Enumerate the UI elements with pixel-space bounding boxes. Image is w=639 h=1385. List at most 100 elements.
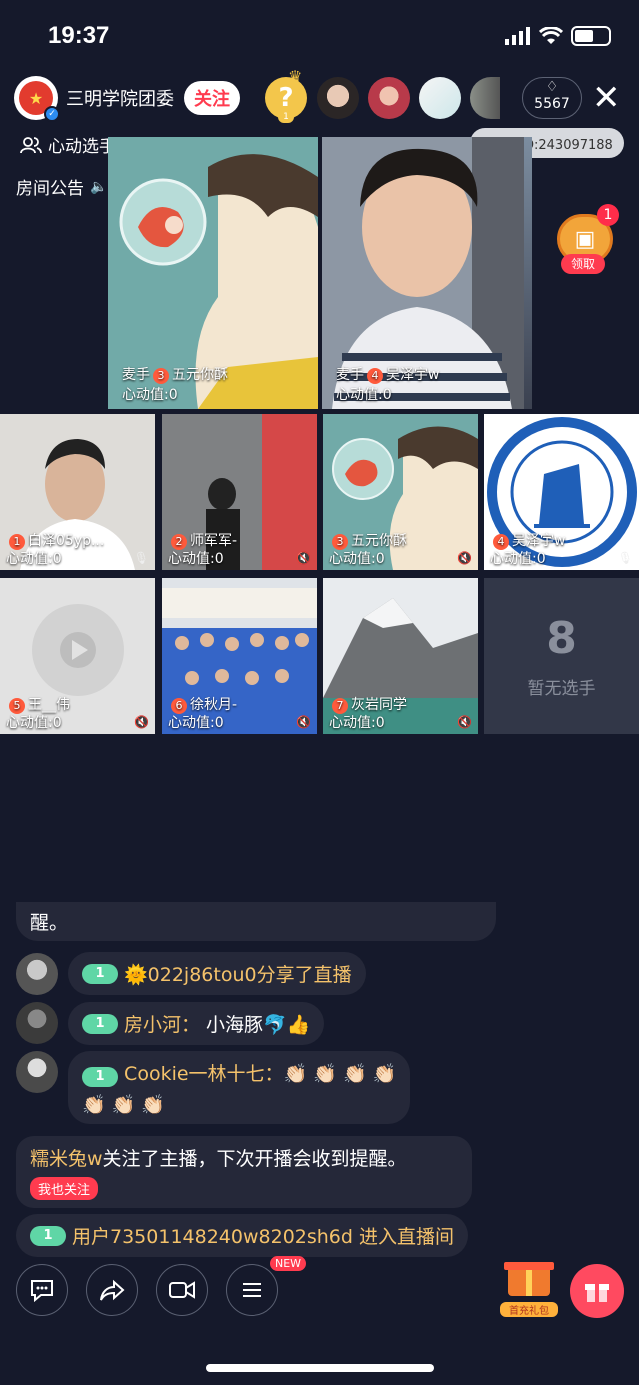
contestant-tile[interactable]: 7 灰岩同学心动值:0 🔇 (323, 578, 478, 734)
contestant-caption: 7 灰岩同学心动值:0 (329, 696, 474, 732)
contestant-grid: 1 白泽05yp... 心动值:0 🎙 2 师军军- 心动值:0 🔇 3 五元你酥 心动值:… (0, 414, 639, 734)
contestant-number: 6 (171, 698, 187, 714)
host-info: ★ ✓ 三明学院团委 关注 (14, 76, 240, 122)
share-icon[interactable] (86, 1264, 138, 1316)
contestant-caption: 4 吴泽宇w 心动值:0 (490, 532, 635, 568)
mic-muted-icon: 🔇 (457, 551, 472, 565)
contestant-name: 吴泽宇w (512, 533, 566, 549)
verified-icon: ✓ (44, 106, 60, 122)
chat-username[interactable]: 房小河： (124, 1010, 200, 1037)
contestant-number: 2 (171, 534, 187, 550)
chat-username[interactable]: 糯米兔w (30, 1148, 103, 1170)
heart-score: 心动值:0 (329, 715, 385, 731)
heart-score: 心动值:0 (336, 387, 392, 403)
home-indicator (206, 1364, 434, 1372)
mic-muted-icon: 🔇 (457, 715, 472, 729)
contestant-caption: 6 徐秋月- 心动值:0 (168, 696, 313, 732)
host-avatar[interactable]: ★ ✓ (14, 76, 60, 122)
popularity-count: 5567 (534, 96, 570, 112)
chat-text: 🌞022j86tou0分享了直播 (124, 964, 352, 986)
heart-score: 心动值:0 (122, 387, 178, 403)
empty-slot-number: 8 (546, 613, 577, 664)
viewer-avatar[interactable] (419, 77, 461, 119)
contestant-tile[interactable]: 4 吴泽宇w 心动值:0 🎙 (484, 414, 639, 570)
enter-notice: 1 用户73501148240w8202sh6d 进入直播间 (16, 1214, 468, 1257)
user-level-badge: 1 (82, 963, 118, 984)
chat-message: 1 Cookie一林十七：👏🏻 👏🏻 👏🏻 👏🏻 👏🏻 👏🏻 👏🏻 (68, 1051, 411, 1124)
notice-label: 房间公告 (16, 179, 84, 199)
battery-icon (571, 26, 611, 46)
contestant-caption: 5 王__伟 心动值:0 (6, 696, 151, 732)
chat-avatar[interactable] (16, 1051, 58, 1093)
chat-avatar[interactable] (16, 953, 58, 995)
room-notice[interactable]: 房间公告 🔈 (16, 174, 107, 200)
bottom-toolbar: NEW 首充礼包 (16, 1256, 624, 1318)
mic-muted-icon: 🔇 (134, 715, 149, 729)
heart-score: 心动值:0 (6, 551, 62, 567)
contestant-caption: 3 五元你酥心动值:0 (329, 532, 474, 568)
chat-username[interactable]: Cookie一林十七： (124, 1063, 284, 1085)
video-icon[interactable] (156, 1264, 208, 1316)
viewer-avatar[interactable] (368, 77, 410, 119)
contestant-name: 五元你酥 (351, 533, 407, 549)
viewer-avatar[interactable] (470, 77, 500, 119)
mic-cam-caption: 麦手 4 吴泽宇w 心动值:0 (336, 365, 439, 405)
mic-role: 麦手 (336, 367, 364, 383)
mic-muted-icon: 🔇 (296, 551, 311, 565)
gift-icon[interactable] (570, 1264, 624, 1318)
comment-icon[interactable] (16, 1264, 68, 1316)
contestant-name: 师军军- (190, 533, 238, 549)
treasure-chest[interactable]: ▣ 1 领取 (553, 204, 619, 274)
close-icon[interactable]: ✕ (592, 78, 621, 118)
also-follow-button[interactable]: 我也关注 (30, 1177, 99, 1200)
mic-muted-icon: 🔇 (296, 715, 311, 729)
contestant-tile[interactable]: 6 徐秋月- 心动值:0 🔇 (162, 578, 317, 734)
menu-icon[interactable] (226, 1264, 278, 1316)
contestant-number: 3 (332, 534, 348, 550)
popularity-counter[interactable]: ♢ 5567 (522, 77, 582, 119)
heart-score: 心动值:0 (168, 551, 224, 567)
contestant-name: 白泽05yp... (28, 533, 105, 549)
chat-message-partial: 醒。 (16, 902, 496, 941)
chest-badge: 1 (597, 204, 619, 226)
flame-icon: ♢ (545, 79, 559, 95)
viewer-rank-badge: 1 (278, 111, 294, 123)
empty-slot[interactable]: 8 暂无选手 (484, 578, 639, 734)
contestant-number: 7 (332, 698, 348, 714)
chat-text: 关注了主播，下次开播会收到提醒。 (102, 1148, 407, 1170)
chat-text: 👏🏻 👏🏻 👏🏻 (82, 1094, 166, 1116)
user-level-badge: 1 (30, 1225, 66, 1246)
chat-text: 👏🏻 👏🏻 👏🏻 👏🏻 (283, 1063, 397, 1085)
heart-score: 心动值:0 (490, 551, 546, 567)
user-level-badge: 1 (82, 1067, 118, 1087)
chat-avatar[interactable] (16, 1002, 58, 1044)
recharge-label: 首充礼包 (500, 1302, 558, 1317)
signal-icon (505, 27, 530, 45)
contestant-name: 五元你酥 (172, 367, 228, 383)
chat-message: 1 🌞022j86tou0分享了直播 (68, 952, 366, 995)
chat-text: 醒。 (30, 912, 69, 934)
contestant-tile[interactable]: 1 白泽05yp... 心动值:0 🎙 (0, 414, 155, 570)
mic-icon: 🎙 (617, 551, 633, 565)
mic-cam-right[interactable]: 麦手 4 吴泽宇w 心动值:0 (322, 137, 532, 409)
status-icons (505, 26, 611, 46)
mic-cam-left[interactable]: 麦手 3 五元你酥 心动值:0 (108, 137, 318, 409)
contestant-tile[interactable]: 2 师军军- 心动值:0 🔇 (162, 414, 317, 570)
contestant-name: 徐秋月- (190, 697, 238, 713)
host-name[interactable]: 三明学院团委 (66, 85, 174, 111)
contestant-name: 王__伟 (28, 697, 70, 713)
contestant-number: 5 (9, 698, 25, 714)
contestant-number: 4 (367, 368, 383, 384)
contestant-tile[interactable]: 5 王__伟 心动值:0 🔇 (0, 578, 155, 734)
first-recharge-gift[interactable]: 首充礼包 (500, 1258, 558, 1317)
viewer-avatar[interactable] (317, 77, 359, 119)
new-badge: NEW (270, 1256, 307, 1271)
chest-claim-label: 领取 (561, 254, 605, 274)
contestant-name: 灰岩同学 (351, 697, 407, 713)
heart-score: 心动值:0 (329, 551, 385, 567)
status-time: 19:37 (48, 22, 110, 49)
follow-button[interactable]: 关注 (184, 81, 240, 115)
contestant-tile[interactable]: 3 五元你酥心动值:0 🔇 (323, 414, 478, 570)
people-icon (20, 136, 42, 153)
contestant-number: 4 (493, 534, 509, 550)
